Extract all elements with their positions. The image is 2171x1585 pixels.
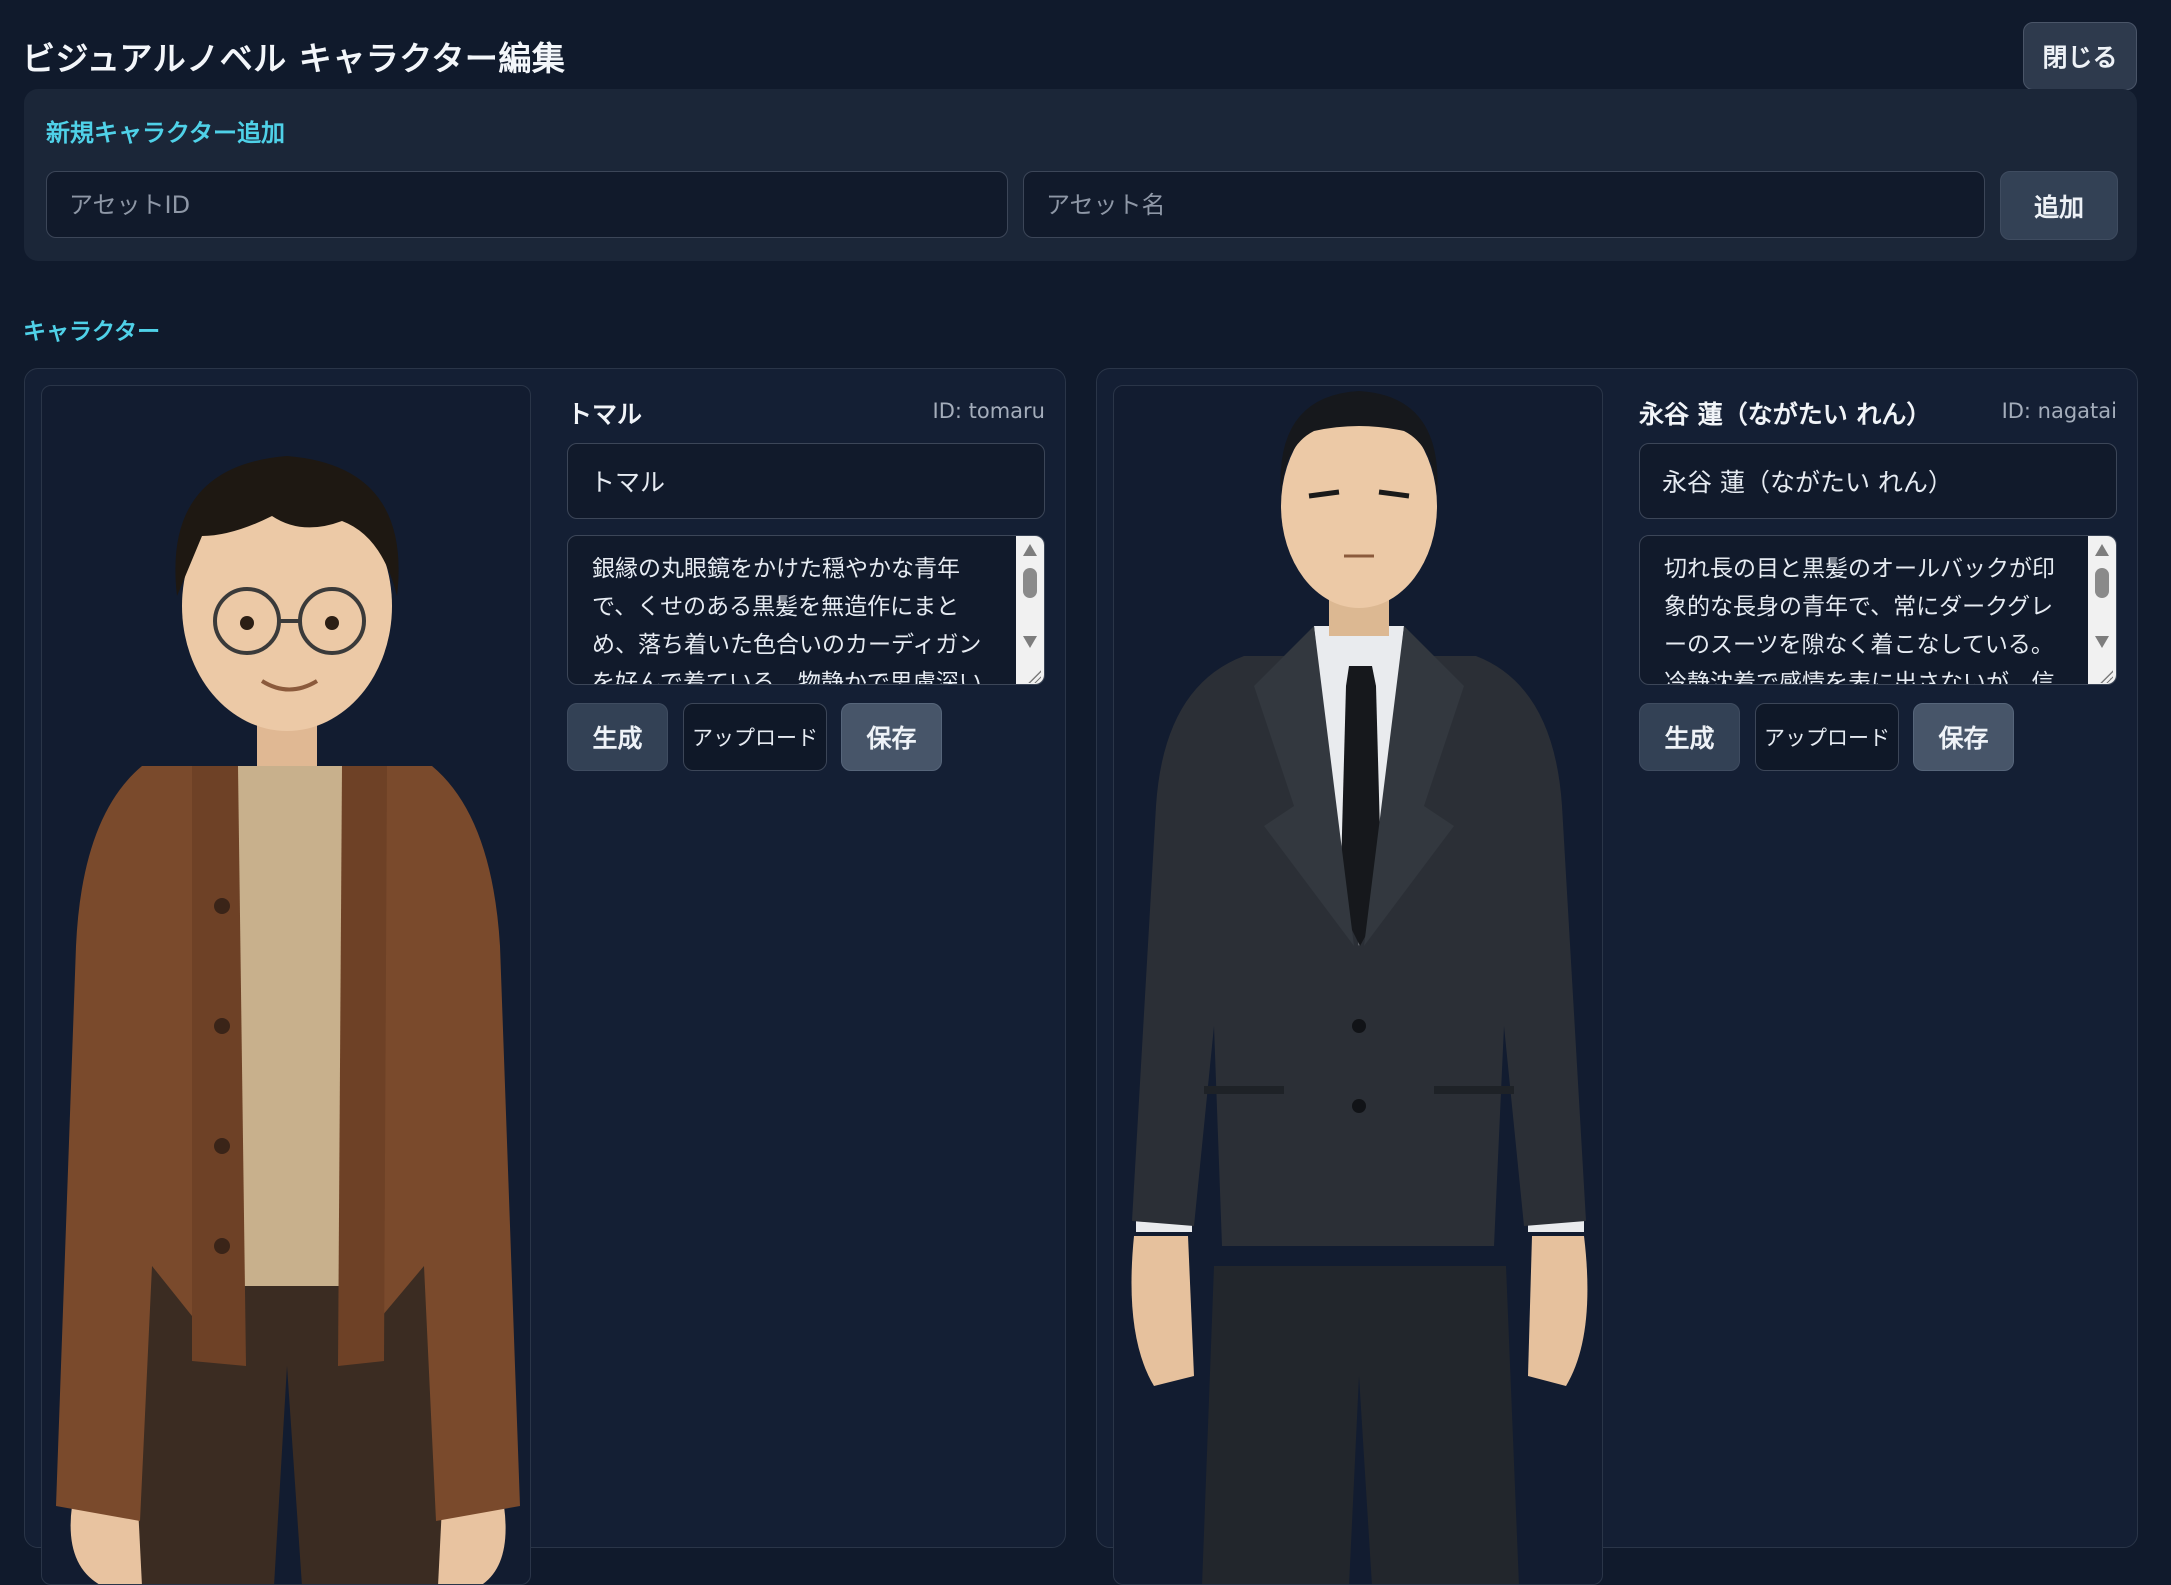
description-scrollbar[interactable] <box>2088 536 2116 684</box>
character-action-buttons: 生成 アップロード 保存 <box>1639 703 2117 771</box>
character-id-label: ID: tomaru <box>932 399 1045 423</box>
add-button[interactable]: 追加 <box>2000 171 2118 240</box>
character-action-buttons: 生成 アップロード 保存 <box>567 703 1045 771</box>
character-description-text: 銀縁の丸眼鏡をかけた穏やかな青年で、くせのある黒髪を無造作にまとめ、落ち着いた色… <box>592 556 982 685</box>
character-description-textarea[interactable]: 銀縁の丸眼鏡をかけた穏やかな青年で、くせのある黒髪を無造作にまとめ、落ち着いた色… <box>567 535 1045 685</box>
character-name-input[interactable] <box>1639 443 2117 519</box>
scroll-thumb[interactable] <box>1023 568 1037 598</box>
upload-button[interactable]: アップロード <box>1755 703 1899 771</box>
asset-name-input[interactable] <box>1023 171 1985 238</box>
save-button[interactable]: 保存 <box>841 703 942 771</box>
characters-section-title: キャラクター <box>23 319 161 345</box>
character-name-label: トマル <box>567 400 643 429</box>
asset-id-input[interactable] <box>46 171 1008 238</box>
character-card-nagatai: 永谷 蓮（ながたい れん） ID: nagatai 切れ長の目と黒髪のオールバッ… <box>1096 368 2138 1585</box>
character-card-tomaru: トマル ID: tomaru 銀縁の丸眼鏡をかけた穏やかな青年で、くせのある黒髪… <box>24 368 1066 1585</box>
scroll-thumb[interactable] <box>2095 568 2109 598</box>
scroll-up-arrow-icon[interactable] <box>1023 544 1037 556</box>
character-description-textarea[interactable]: 切れ長の目と黒髪のオールバックが印象的な長身の青年で、常にダークグレーのスーツを… <box>1639 535 2117 685</box>
header: ビジュアルノベル キャラクター編集 閉じる <box>22 22 2137 96</box>
add-character-panel: 新規キャラクター追加 追加 <box>24 89 2137 261</box>
character-name-input[interactable] <box>567 443 1045 519</box>
upload-button[interactable]: アップロード <box>683 703 827 771</box>
add-character-title: 新規キャラクター追加 <box>46 119 286 147</box>
character-name-label: 永谷 蓮（ながたい れん） <box>1639 400 1932 429</box>
description-scrollbar[interactable] <box>1016 536 1044 684</box>
page-title: ビジュアルノベル キャラクター編集 <box>22 39 566 78</box>
generate-button[interactable]: 生成 <box>567 703 668 771</box>
character-portrait-nagatai <box>1113 385 1603 1585</box>
close-button[interactable]: 閉じる <box>2023 22 2137 90</box>
scroll-down-arrow-icon[interactable] <box>2095 636 2109 648</box>
scroll-down-arrow-icon[interactable] <box>1023 636 1037 648</box>
resize-grip-icon[interactable] <box>2099 669 2113 683</box>
character-description-text: 切れ長の目と黒髪のオールバックが印象的な長身の青年で、常にダークグレーのスーツを… <box>1664 556 2055 685</box>
character-id-label: ID: nagatai <box>2001 399 2117 423</box>
character-portrait-tomaru <box>41 385 531 1585</box>
generate-button[interactable]: 生成 <box>1639 703 1740 771</box>
save-button[interactable]: 保存 <box>1913 703 2014 771</box>
scroll-up-arrow-icon[interactable] <box>2095 544 2109 556</box>
resize-grip-icon[interactable] <box>1027 669 1041 683</box>
